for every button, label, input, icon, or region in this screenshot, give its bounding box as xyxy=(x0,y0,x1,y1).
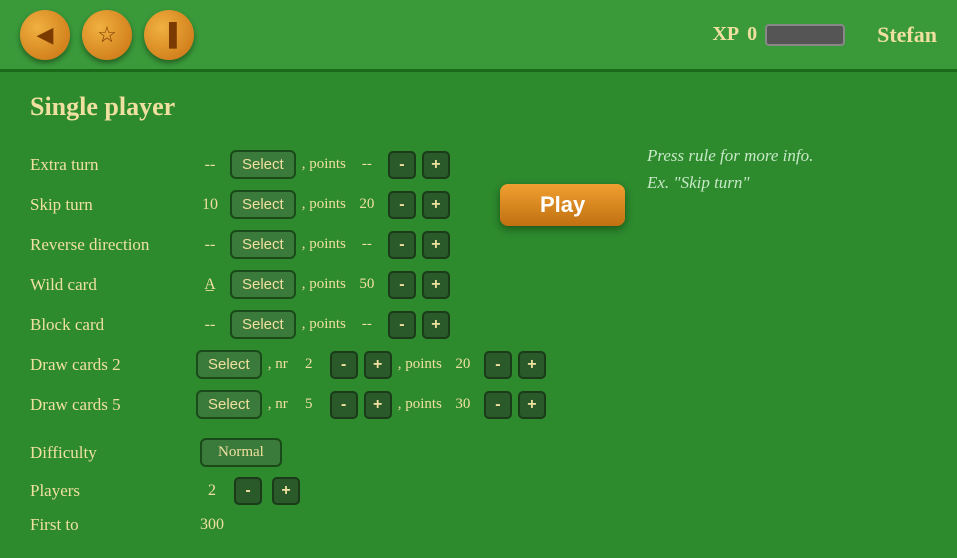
first-to-label: First to xyxy=(30,515,190,535)
skip-turn-points-label: , points xyxy=(302,196,346,213)
draw5-points-label: , points xyxy=(398,396,442,413)
draw5-label: Draw cards 5 xyxy=(30,395,190,415)
first-to-value: 300 xyxy=(200,516,224,534)
players-plus[interactable]: + xyxy=(272,477,300,505)
reverse-plus[interactable]: + xyxy=(422,231,450,259)
left-panel: Single player Play Extra turn -- Select … xyxy=(30,92,617,538)
block-value: -- xyxy=(196,316,224,334)
extra-turn-select[interactable]: Select xyxy=(230,150,296,179)
wild-select[interactable]: Select xyxy=(230,270,296,299)
rule-row-draw2: Draw cards 2 Select , nr 2 - + , points … xyxy=(30,348,617,382)
extra-turn-minus[interactable]: - xyxy=(388,151,416,179)
rule-row-reverse: Reverse direction -- Select , points -- … xyxy=(30,228,617,262)
players-minus[interactable]: - xyxy=(234,477,262,505)
extra-turn-value: -- xyxy=(196,156,224,174)
draw5-nr-plus[interactable]: + xyxy=(364,391,392,419)
draw5-pts-plus[interactable]: + xyxy=(518,391,546,419)
xp-section: XP 0 xyxy=(712,23,845,46)
draw5-nr-label: , nr xyxy=(268,396,288,413)
draw2-points-value: 20 xyxy=(448,356,478,373)
reverse-minus[interactable]: - xyxy=(388,231,416,259)
draw2-nr-label: , nr xyxy=(268,356,288,373)
draw2-select[interactable]: Select xyxy=(196,350,262,379)
rule-row-draw5: Draw cards 5 Select , nr 5 - + , points … xyxy=(30,388,617,422)
rule-row-wild: Wild card A̲ Select , points 50 - + xyxy=(30,268,617,302)
main-content: Single player Play Extra turn -- Select … xyxy=(0,72,957,558)
right-panel: Press rule for more info. Ex. "Skip turn… xyxy=(647,92,927,538)
skip-turn-points-value: 20 xyxy=(352,196,382,213)
first-to-row: First to 300 xyxy=(30,512,617,538)
play-button[interactable]: Play xyxy=(500,184,625,226)
draw2-pts-minus[interactable]: - xyxy=(484,351,512,379)
xp-label: XP xyxy=(712,23,739,46)
block-minus[interactable]: - xyxy=(388,311,416,339)
draw2-label: Draw cards 2 xyxy=(30,355,190,375)
difficulty-value: Normal xyxy=(200,438,282,467)
extra-turn-label: Extra turn xyxy=(30,155,190,175)
draw2-nr-plus[interactable]: + xyxy=(364,351,392,379)
block-points-value: -- xyxy=(352,316,382,333)
block-label: Block card xyxy=(30,315,190,335)
reverse-select[interactable]: Select xyxy=(230,230,296,259)
block-plus[interactable]: + xyxy=(422,311,450,339)
wild-points-value: 50 xyxy=(352,276,382,293)
reverse-value: -- xyxy=(196,236,224,254)
skip-turn-select[interactable]: Select xyxy=(230,190,296,219)
skip-turn-value: 10 xyxy=(196,196,224,214)
draw5-pts-minus[interactable]: - xyxy=(484,391,512,419)
wild-points-label: , points xyxy=(302,276,346,293)
wild-value: A̲ xyxy=(196,276,224,294)
reverse-points-label: , points xyxy=(302,236,346,253)
rule-row-block: Block card -- Select , points -- - + xyxy=(30,308,617,342)
info-line1: Press rule for more info. xyxy=(647,146,813,165)
back-button[interactable]: ◀ xyxy=(20,10,70,60)
xp-bar xyxy=(765,24,845,46)
username: Stefan xyxy=(877,22,937,48)
wild-plus[interactable]: + xyxy=(422,271,450,299)
wild-minus[interactable]: - xyxy=(388,271,416,299)
skip-turn-label: Skip turn xyxy=(30,195,190,215)
header: ◀ ☆ ▐ XP 0 Stefan xyxy=(0,0,957,72)
players-value: 2 xyxy=(200,482,224,500)
reverse-points-value: -- xyxy=(352,236,382,253)
skip-turn-plus[interactable]: + xyxy=(422,191,450,219)
extra-turn-plus[interactable]: + xyxy=(422,151,450,179)
players-label: Players xyxy=(30,481,190,501)
draw2-nr-minus[interactable]: - xyxy=(330,351,358,379)
chart-button[interactable]: ▐ xyxy=(144,10,194,60)
info-text: Press rule for more info. Ex. "Skip turn… xyxy=(647,142,927,196)
difficulty-row: Difficulty Normal xyxy=(30,436,617,470)
draw2-nr-value: 2 xyxy=(294,356,324,373)
info-line2: Ex. "Skip turn" xyxy=(647,173,750,192)
draw5-select[interactable]: Select xyxy=(196,390,262,419)
block-points-label: , points xyxy=(302,316,346,333)
block-select[interactable]: Select xyxy=(230,310,296,339)
draw5-nr-minus[interactable]: - xyxy=(330,391,358,419)
draw5-points-value: 30 xyxy=(448,396,478,413)
players-row: Players 2 - + xyxy=(30,474,617,508)
rule-row-extra-turn: Extra turn -- Select , points -- - + xyxy=(30,148,617,182)
xp-value: 0 xyxy=(747,23,757,46)
draw2-pts-plus[interactable]: + xyxy=(518,351,546,379)
medal-button[interactable]: ☆ xyxy=(82,10,132,60)
wild-label: Wild card xyxy=(30,275,190,295)
skip-turn-minus[interactable]: - xyxy=(388,191,416,219)
draw5-nr-value: 5 xyxy=(294,396,324,413)
extra-turn-points-value: -- xyxy=(352,156,382,173)
difficulty-label: Difficulty xyxy=(30,443,190,463)
title-row: Single player Play xyxy=(30,92,617,136)
reverse-label: Reverse direction xyxy=(30,235,190,255)
draw2-points-label: , points xyxy=(398,356,442,373)
extra-turn-points-label: , points xyxy=(302,156,346,173)
page-title: Single player xyxy=(30,92,175,122)
